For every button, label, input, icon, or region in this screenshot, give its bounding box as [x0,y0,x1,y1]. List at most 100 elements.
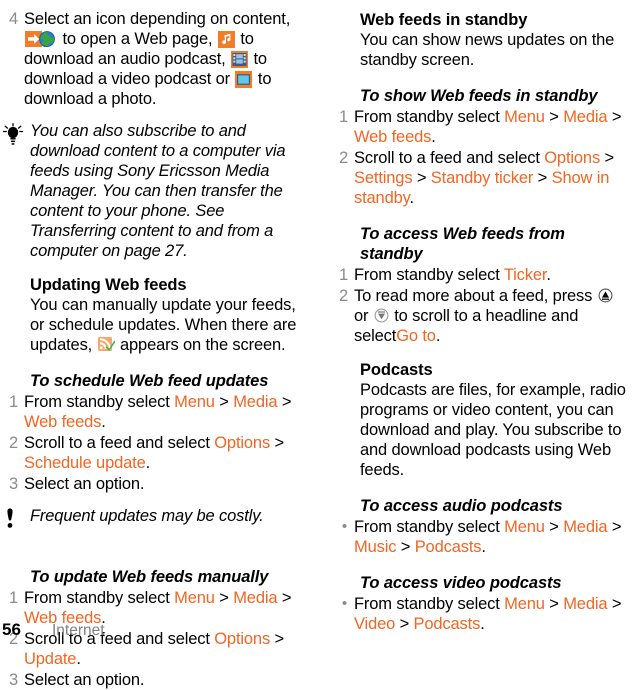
menu-item[interactable]: Media [563,108,607,126]
updating-paragraph: You can manually update your feeds, or s… [30,295,308,355]
plain-text: From standby select [354,266,504,284]
heading-to-access-web-feeds-from-standby: To access Web feeds from standby [360,225,565,263]
menu-separator: > [600,149,615,167]
menu-item[interactable]: Menu [504,108,545,126]
plain-text: From standby select [354,595,505,613]
plain-text: From standby select [354,108,505,126]
menu-item[interactable]: Web feeds [24,413,101,431]
menu-separator: > [544,518,564,536]
menu-item[interactable]: Options [544,149,600,167]
photo-icon [235,71,253,88]
menu-separator: > [277,589,292,607]
menu-item[interactable]: Music [354,538,396,556]
menu-item[interactable]: Media [233,393,277,411]
manual-page: 4 Select an icon depending on content, t… [0,0,644,689]
menu-separator: > [270,434,285,452]
page-number: 56 [2,620,21,639]
menu-separator: > [544,595,564,613]
music-note-icon [217,31,235,48]
plain-text: . [101,413,106,431]
note-text: Frequent updates may be costly. [30,507,264,525]
menu-separator: > [607,518,622,536]
right-column: Web feeds in standby You can show news u… [322,0,644,633]
plain-text: . [546,266,551,284]
plain-text: From standby select [24,589,175,607]
menu-item[interactable]: Podcasts [415,538,482,556]
plain-text: Select an option. [24,671,145,689]
heading-to-schedule-web-feed-updates: To schedule Web feed updates [30,372,269,390]
numbered-step: 1 From standby select Ticker. [330,265,630,285]
menu-item[interactable]: Update [24,650,76,668]
menu-separator: > [533,169,552,187]
nav-key-up-icon [598,288,613,303]
nav-key-down-icon [374,308,389,323]
step-text: Scroll to a feed and select Options > Se… [354,148,630,208]
numbered-step: 1 From standby select Menu > Media > Web … [0,392,308,432]
menu-separator: > [214,589,234,607]
menu-item[interactable]: Menu [504,518,545,536]
access-step2-text-1: To read more about a feed, press [354,287,593,305]
tip-text: You can also subscribe to and download c… [30,122,286,260]
two-column-body: 4 Select an icon depending on content, t… [0,0,644,689]
plain-text: From standby select [354,518,505,536]
menu-item[interactable]: Web feeds [354,128,431,146]
menu-item[interactable]: Go to [396,327,436,345]
step-text: From standby select Menu > Media > Web f… [354,107,630,147]
step4-text-2: to open a Web page, [62,30,213,48]
step-text: From standby select Menu > Media > Music… [354,517,630,557]
plain-text: . [431,128,436,146]
menu-item[interactable]: Menu [504,595,545,613]
chapter-name: Internet [52,622,105,639]
menu-separator: > [214,393,234,411]
menu-item[interactable]: Menu [174,589,215,607]
menu-separator: > [412,169,431,187]
step-text: From standby select Menu > Media > Web f… [24,392,308,432]
access-step2-text-2: or [354,307,369,325]
menu-separator: > [396,538,415,556]
plain-text: . [76,650,81,668]
step-text: To read more about a feed, press or to s… [354,286,630,346]
menu-item[interactable]: Media [233,589,277,607]
access-step2-text-4: . [435,327,441,345]
numbered-step: 2 Scroll to a feed and select Options > S… [330,148,630,208]
left-column: 4 Select an icon depending on content, t… [0,0,322,689]
heading-web-feeds-in-standby: Web feeds in standby [360,11,528,29]
plain-text: Select an option. [24,475,145,493]
show-steps: 1 From standby select Menu > Media > Web … [330,107,630,208]
menu-item[interactable]: Menu [174,393,215,411]
updating-text-2: appears on the screen. [119,336,286,354]
web-page-icon [25,31,57,48]
numbered-step: 1 From standby select Menu > Media > Web … [330,107,630,147]
menu-item[interactable]: Standby ticker [431,169,534,187]
step-number: 4 [8,10,18,28]
plain-text: From standby select [24,393,175,411]
heading-to-access-video-podcasts: To access video podcasts [360,574,562,592]
step-4-select-icon: 4 Select an icon depending on content, t… [0,9,308,109]
tip-callout: You can also subscribe to and download c… [0,121,308,261]
menu-item[interactable]: Ticker [504,266,547,284]
menu-item[interactable]: Media [563,595,607,613]
note-callout: Frequent updates may be costly. [0,506,308,537]
rss-feed-update-icon [97,337,116,354]
heading-to-show-web-feeds-in-standby: To show Web feeds in standby [360,87,598,105]
menu-item[interactable]: Options [214,434,270,452]
bullet-marker: • [341,518,347,535]
film-strip-icon [231,51,249,68]
menu-item[interactable]: Settings [354,169,413,187]
exclamation-note-icon [0,506,30,537]
step-text: Select an option. [24,670,308,690]
menu-separator: > [607,595,622,613]
plain-text: Scroll to a feed and select [24,434,215,452]
menu-item[interactable]: Schedule update [24,454,146,472]
menu-item[interactable]: Media [563,518,607,536]
step-number: 1 [338,266,348,284]
menu-separator: > [544,108,564,126]
numbered-step: 3 Select an option. [0,670,308,690]
page-footer: 56 Internet [0,620,644,640]
lightbulb-tip-icon [0,121,30,261]
podcasts-paragraph: Podcasts are files, for example, radio p… [360,381,626,479]
plain-text: Scroll to a feed and select [354,149,545,167]
schedule-steps: 1 From standby select Menu > Media > Web … [0,392,308,494]
numbered-step: 2 Scroll to a feed and select Options > S… [0,433,308,473]
step-number: 2 [338,149,348,167]
